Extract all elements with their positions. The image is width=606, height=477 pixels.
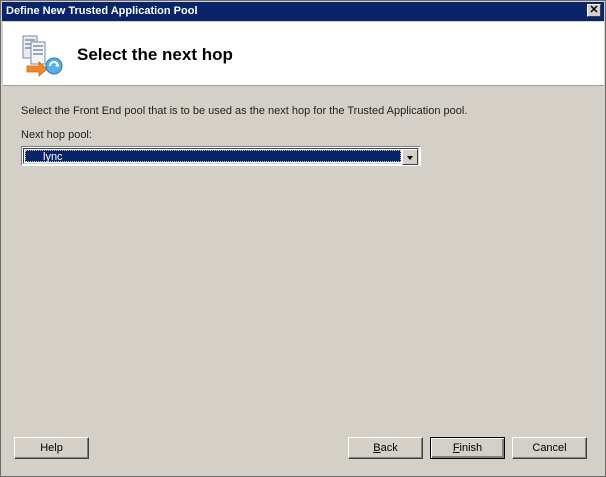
close-icon: ✕	[589, 4, 599, 16]
back-label: ack	[380, 441, 398, 454]
finish-mnemonic: F	[452, 441, 460, 454]
selected-pool-value[interactable]: lync	[25, 150, 401, 163]
page-title: Select the next hop	[77, 45, 233, 64]
cancel-button[interactable]: Cancel	[512, 437, 587, 459]
title-bar[interactable]: Define New Trusted Application Pool ✕	[2, 2, 604, 21]
wizard-header: Select the next hop	[3, 22, 604, 86]
next-hop-pool-dropdown[interactable]: lync	[21, 146, 421, 166]
next-hop-pool-label: Next hop pool:	[21, 129, 92, 141]
back-mnemonic: B	[373, 441, 381, 454]
close-button[interactable]: ✕	[587, 4, 601, 17]
finish-label: inish	[459, 441, 483, 454]
instruction-text: Select the Front End pool that is to be …	[21, 105, 468, 117]
chevron-down-icon[interactable]	[402, 149, 418, 165]
help-button[interactable]: Help	[14, 437, 89, 459]
dialog-window: Define New Trusted Application Pool ✕ Se…	[0, 0, 606, 477]
dropdown-frame: lync	[23, 148, 419, 165]
finish-button[interactable]: Finish	[430, 437, 505, 459]
pool-wizard-icon	[22, 35, 63, 77]
window-title: Define New Trusted Application Pool	[6, 5, 198, 17]
back-button[interactable]: Back	[348, 437, 423, 459]
